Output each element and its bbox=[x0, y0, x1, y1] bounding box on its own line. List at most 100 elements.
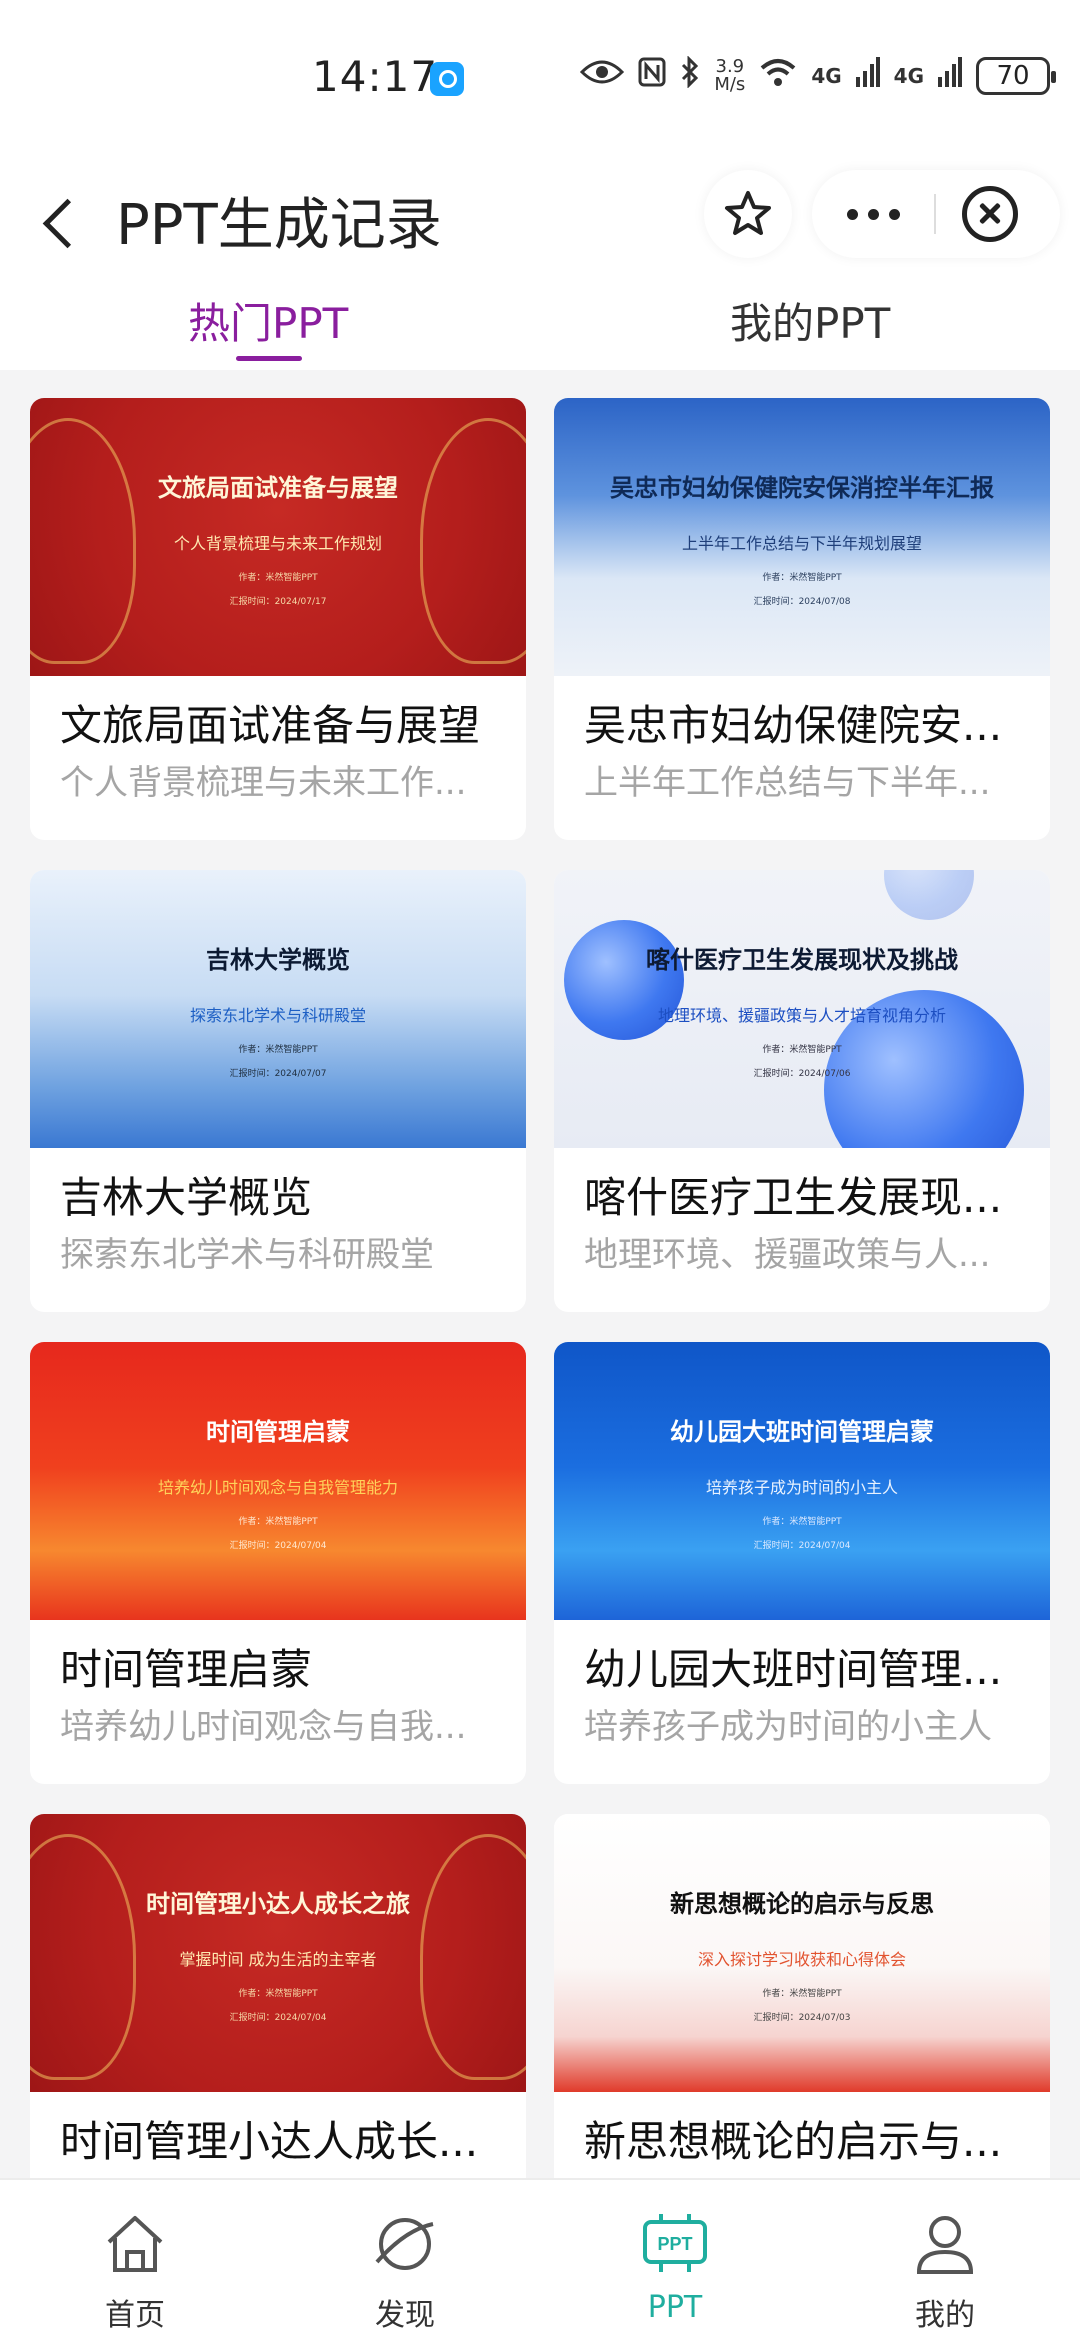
card-title: 吴忠市妇幼保健院安... bbox=[584, 701, 1003, 750]
thumb-date: 汇报时间：2024/07/04 bbox=[753, 1541, 851, 1551]
signal-icon-2 bbox=[938, 57, 962, 95]
card-subtitle: 地理环境、援疆政策与人... bbox=[584, 1235, 991, 1275]
network-speed: 3.9 M/s bbox=[714, 58, 745, 94]
speed-unit: M/s bbox=[714, 74, 746, 95]
tab-my-ppt[interactable]: 我的PPT bbox=[730, 290, 890, 351]
nav-discover[interactable]: 发现 bbox=[270, 2180, 540, 2340]
thumb-title: 时间管理启蒙 bbox=[206, 1418, 350, 1446]
mini-program-capsule bbox=[812, 170, 1060, 258]
ppt-thumbnail: 时间管理启蒙 培养幼儿时间观念与自我管理能力 作者：米然智能PPT 汇报时间：2… bbox=[30, 1342, 526, 1620]
thumb-author: 作者：米然智能PPT bbox=[762, 573, 842, 583]
thumb-author: 作者：米然智能PPT bbox=[238, 1989, 318, 1999]
ppt-thumbnail: 吉林大学概览 探索东北学术与科研殿堂 作者：米然智能PPT 汇报时间：2024/… bbox=[30, 870, 526, 1148]
thumb-subtitle: 培养孩子成为时间的小主人 bbox=[705, 1478, 898, 1497]
ppt-icon: PPT bbox=[643, 2214, 707, 2272]
thumb-title: 新思想概论的启示与反思 bbox=[670, 1890, 934, 1918]
card-subtitle: 个人背景梳理与未来工作... bbox=[60, 763, 467, 803]
status-time: 14:17 bbox=[312, 52, 439, 101]
bottom-nav: 首页 发现 PPT PPT 我的 bbox=[0, 2178, 1080, 2340]
nav-home[interactable]: 首页 bbox=[0, 2180, 270, 2340]
thumb-subtitle: 探索东北学术与科研殿堂 bbox=[189, 1006, 366, 1025]
thumb-author: 作者：米然智能PPT bbox=[238, 1517, 318, 1527]
card-subtitle: 探索东北学术与科研殿堂 bbox=[60, 1235, 434, 1275]
thumb-subtitle: 个人背景梳理与未来工作规划 bbox=[173, 534, 382, 553]
wifi-icon bbox=[759, 57, 797, 95]
thumb-date: 汇报时间：2024/07/06 bbox=[753, 1069, 851, 1079]
card-subtitle: 培养幼儿时间观念与自我... bbox=[60, 1707, 467, 1747]
thumb-author: 作者：米然智能PPT bbox=[762, 1045, 842, 1055]
nav-label: PPT bbox=[647, 2290, 703, 2325]
nav-label: 首页 bbox=[105, 2298, 165, 2333]
thumb-title: 喀什医疗卫生发展现状及挑战 bbox=[646, 946, 958, 974]
more-button[interactable] bbox=[812, 170, 934, 258]
signal-icon bbox=[855, 57, 880, 95]
nav-label: 发现 bbox=[375, 2298, 435, 2333]
eye-icon bbox=[580, 58, 625, 94]
ppt-card[interactable]: 喀什医疗卫生发展现状及挑战 地理环境、援疆政策与人才培育视角分析 作者：米然智能… bbox=[554, 870, 1050, 1312]
status-bar: 14:17 3.9 M/s 4G 4G 70 bbox=[0, 0, 1080, 160]
thumb-author: 作者：米然智能PPT bbox=[762, 1517, 842, 1527]
nav-ppt[interactable]: PPT PPT bbox=[540, 2180, 810, 2340]
thumb-author: 作者：米然智能PPT bbox=[762, 1989, 842, 1999]
close-icon[interactable] bbox=[962, 186, 1018, 242]
nav-label: 我的 bbox=[915, 2298, 975, 2333]
ppt-card[interactable]: 文旅局面试准备与展望 个人背景梳理与未来工作规划 作者：米然智能PPT 汇报时间… bbox=[30, 398, 526, 840]
card-subtitle: 上半年工作总结与下半年... bbox=[584, 763, 991, 803]
svg-text:PPT: PPT bbox=[657, 2234, 692, 2254]
thumb-title: 吉林大学概览 bbox=[206, 946, 350, 974]
thumb-subtitle: 深入探讨学习收获和心得体会 bbox=[697, 1950, 906, 1969]
thumb-date: 汇报时间：2024/07/07 bbox=[229, 1069, 327, 1079]
card-title: 文旅局面试准备与展望 bbox=[60, 701, 481, 750]
network-type-1: 4G bbox=[811, 64, 842, 88]
card-title: 喀什医疗卫生发展现... bbox=[584, 1173, 1003, 1222]
tab-active-indicator bbox=[236, 356, 302, 361]
search-app-icon bbox=[430, 62, 464, 96]
thumb-date: 汇报时间：2024/07/17 bbox=[229, 597, 327, 607]
card-title: 时间管理启蒙 bbox=[60, 1645, 313, 1694]
thumb-subtitle: 地理环境、援疆政策与人才培育视角分析 bbox=[657, 1006, 946, 1025]
home-icon bbox=[107, 2216, 163, 2272]
network-type-2: 4G bbox=[893, 64, 924, 88]
decorative-sphere bbox=[884, 870, 974, 920]
back-button[interactable] bbox=[36, 182, 86, 262]
battery-indicator: 70 bbox=[976, 57, 1056, 95]
status-icons: 3.9 M/s 4G 4G 70 bbox=[580, 55, 1056, 96]
ppt-thumbnail: 新思想概论的启示与反思 深入探讨学习收获和心得体会 作者：米然智能PPT 汇报时… bbox=[554, 1814, 1050, 2092]
card-title: 幼儿园大班时间管理... bbox=[584, 1645, 1003, 1694]
ppt-thumbnail: 幼儿园大班时间管理启蒙 培养孩子成为时间的小主人 作者：米然智能PPT 汇报时间… bbox=[554, 1342, 1050, 1620]
capsule-divider bbox=[934, 194, 936, 234]
card-title: 新思想概论的启示与... bbox=[584, 2117, 1003, 2166]
ppt-card[interactable]: 幼儿园大班时间管理启蒙 培养孩子成为时间的小主人 作者：米然智能PPT 汇报时间… bbox=[554, 1342, 1050, 1784]
ppt-grid: 文旅局面试准备与展望 个人背景梳理与未来工作规划 作者：米然智能PPT 汇报时间… bbox=[30, 398, 1050, 2256]
tab-hot-ppt[interactable]: 热门PPT bbox=[188, 290, 348, 351]
ppt-thumbnail: 吴忠市妇幼保健院安保消控半年汇报 上半年工作总结与下半年规划展望 作者：米然智能… bbox=[554, 398, 1050, 676]
ppt-card[interactable]: 吴忠市妇幼保健院安保消控半年汇报 上半年工作总结与下半年规划展望 作者：米然智能… bbox=[554, 398, 1050, 840]
ppt-thumbnail: 文旅局面试准备与展望 个人背景梳理与未来工作规划 作者：米然智能PPT 汇报时间… bbox=[30, 398, 526, 676]
nav-profile[interactable]: 我的 bbox=[810, 2180, 1080, 2340]
nfc-icon bbox=[638, 57, 666, 95]
card-subtitle: 培养孩子成为时间的小主人 bbox=[584, 1707, 992, 1747]
ppt-card[interactable]: 吉林大学概览 探索东北学术与科研殿堂 作者：米然智能PPT 汇报时间：2024/… bbox=[30, 870, 526, 1312]
thumb-author: 作者：米然智能PPT bbox=[238, 573, 318, 583]
bluetooth-icon bbox=[680, 55, 700, 96]
thumb-title: 吴忠市妇幼保健院安保消控半年汇报 bbox=[610, 474, 994, 502]
thumb-date: 汇报时间：2024/07/04 bbox=[229, 1541, 327, 1551]
ppt-thumbnail: 喀什医疗卫生发展现状及挑战 地理环境、援疆政策与人才培育视角分析 作者：米然智能… bbox=[554, 870, 1050, 1148]
more-dot-icon bbox=[846, 208, 858, 220]
thumb-date: 汇报时间：2024/07/03 bbox=[753, 2013, 851, 2023]
profile-icon bbox=[916, 2216, 974, 2274]
discover-icon bbox=[375, 2218, 434, 2270]
ppt-card[interactable]: 时间管理启蒙 培养幼儿时间观念与自我管理能力 作者：米然智能PPT 汇报时间：2… bbox=[30, 1342, 526, 1784]
thumb-subtitle: 上半年工作总结与下半年规划展望 bbox=[681, 534, 922, 553]
card-title: 时间管理小达人成长... bbox=[60, 2117, 479, 2166]
thumb-title: 文旅局面试准备与展望 bbox=[158, 474, 398, 502]
thumb-date: 汇报时间：2024/07/04 bbox=[229, 2013, 327, 2023]
more-dot-icon bbox=[867, 208, 879, 220]
thumb-subtitle: 培养幼儿时间观念与自我管理能力 bbox=[157, 1478, 398, 1497]
thumb-title: 时间管理小达人成长之旅 bbox=[146, 1890, 410, 1918]
ppt-thumbnail: 时间管理小达人成长之旅 掌握时间 成为生活的主宰者 作者：米然智能PPT 汇报时… bbox=[30, 1814, 526, 2092]
app-header: PPT生成记录 热门PPT 我的PPT bbox=[0, 160, 1080, 370]
thumb-author: 作者：米然智能PPT bbox=[238, 1045, 318, 1055]
favorite-button[interactable] bbox=[704, 170, 792, 258]
star-icon bbox=[725, 191, 771, 235]
